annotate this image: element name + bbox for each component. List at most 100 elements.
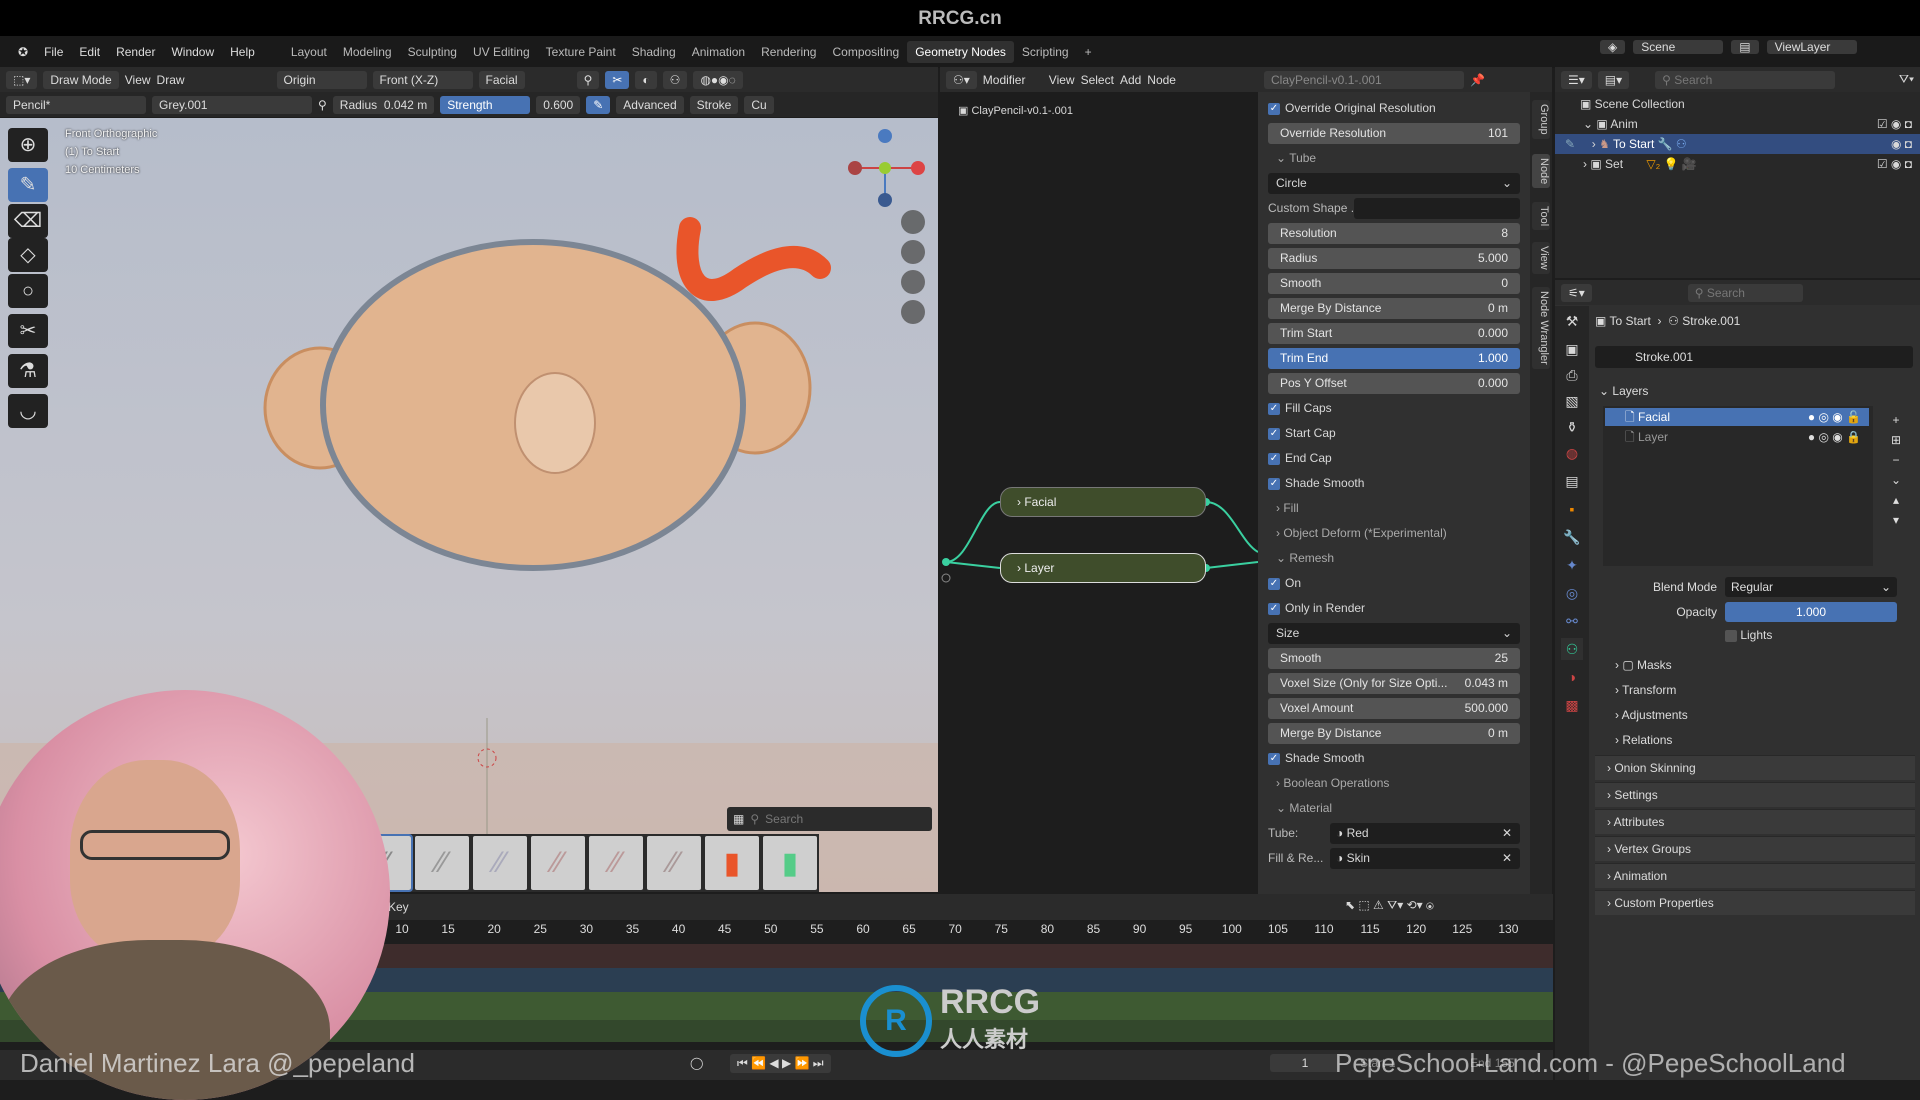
playback-controls[interactable]: ⏮ ⏪ ◀ ▶ ⏩ ⏭	[730, 1054, 831, 1073]
add-workspace-button[interactable]: +	[1077, 45, 1100, 59]
mat-tube[interactable]: Tube: ◑ Red ✕	[1268, 823, 1520, 844]
brush-selector[interactable]: Pencil*	[6, 95, 146, 114]
brush-thumbnail[interactable]: ▮	[705, 836, 759, 890]
panel-fill[interactable]: › Fill	[1268, 498, 1520, 519]
layer-item-layer[interactable]: 🗋 Layer ● ◎ ◉ 🔒	[1605, 428, 1869, 446]
grid-view-icon[interactable]: ▦	[733, 812, 744, 826]
field-merge-by-distance[interactable]: Merge By Distance 0 m	[1268, 298, 1520, 319]
tab-layout[interactable]: Layout	[283, 45, 335, 59]
scene-selector[interactable]: Scene	[1633, 40, 1724, 54]
pin-icon[interactable]: ⚲	[318, 98, 327, 112]
properties-search[interactable]: ⚲ Search	[1687, 283, 1803, 302]
check-override-original-resolution[interactable]: ✓ Override Original Resolution	[1268, 98, 1520, 119]
menu-select[interactable]: Select	[1081, 73, 1114, 87]
tab-sculpting[interactable]: Sculpting	[400, 45, 465, 59]
menu-draw[interactable]: Draw	[157, 73, 185, 87]
tab-group[interactable]: Group	[1532, 100, 1550, 139]
mode-dropdown[interactable]: Draw Mode	[43, 70, 119, 89]
clear-icon[interactable]: ✕	[1502, 848, 1512, 869]
subpanel-relations[interactable]: › Relations	[1615, 733, 1672, 747]
pressure-icon[interactable]: ✎	[586, 95, 611, 114]
panel-remesh[interactable]: ⌄ Remesh	[1268, 548, 1520, 569]
menu-modifier[interactable]: Modifier	[983, 73, 1043, 87]
object-picker[interactable]	[1354, 198, 1520, 219]
field-smooth[interactable]: Smooth 0	[1268, 273, 1520, 294]
check-end-cap[interactable]: ✓ End Cap	[1268, 448, 1520, 469]
field-smooth[interactable]: Smooth 25	[1268, 648, 1520, 669]
modifier-tab-icon[interactable]: 🔧	[1561, 526, 1583, 548]
collection-tab-icon[interactable]: ▤	[1561, 470, 1583, 492]
drop-circle[interactable]: Circle ⌄	[1268, 173, 1520, 194]
stroke-dropdown[interactable]: Stroke	[689, 95, 739, 114]
menu-window[interactable]: Window	[163, 45, 222, 59]
tab-scripting[interactable]: Scripting	[1014, 45, 1077, 59]
editor-type-icon[interactable]: ⬚▾	[6, 70, 38, 89]
check-fill-caps[interactable]: ✓ Fill Caps	[1268, 398, 1520, 419]
tab-texture-paint[interactable]: Texture Paint	[538, 45, 624, 59]
field-merge-by-distance[interactable]: Merge By Distance 0 m	[1268, 723, 1520, 744]
tab-compositing[interactable]: Compositing	[824, 45, 907, 59]
tab-rendering[interactable]: Rendering	[753, 45, 824, 59]
menu-add[interactable]: Add	[1120, 73, 1141, 87]
snap-icon[interactable]: ⚲	[576, 70, 600, 89]
tab-node[interactable]: Node	[1532, 154, 1550, 189]
field-voxel-size-only-for-size-opti[interactable]: Voxel Size (Only for Size Opti... 0.043 m	[1268, 673, 1520, 694]
texture-tab-icon[interactable]: ▩	[1561, 694, 1583, 716]
strength-label[interactable]: Strength	[440, 95, 531, 114]
field-voxel-amount[interactable]: Voxel Amount 500.000	[1268, 698, 1520, 719]
menu-view[interactable]: View	[125, 73, 151, 87]
curve-dropdown[interactable]: Cu	[744, 95, 774, 114]
editor-type-icon[interactable]: ☰▾	[1561, 70, 1592, 89]
tab-tool[interactable]: Tool	[1532, 202, 1550, 231]
view-layer-icon[interactable]: ▤	[1731, 40, 1759, 54]
subpanel-transform[interactable]: › Transform	[1615, 683, 1676, 697]
layer-item-facial[interactable]: 🗋 Facial ● ◎ ◉ 🔓	[1605, 408, 1869, 426]
brush-search-input[interactable]: Search	[765, 812, 803, 826]
subpanel-masks[interactable]: › ▢ Masks	[1615, 658, 1672, 672]
tab-modeling[interactable]: Modeling	[335, 45, 400, 59]
lights-checkbox[interactable]: Lights	[1725, 628, 1772, 642]
field-pos-y-offset[interactable]: Pos Y Offset 0.000	[1268, 373, 1520, 394]
scene-collection[interactable]: ▣ Scene Collection	[1555, 94, 1920, 114]
field-radius[interactable]: Radius 5.000	[1268, 248, 1520, 269]
layers-panel-header[interactable]: ⌄ Layers	[1599, 384, 1648, 398]
editor-type-icon[interactable]: ⚇▾	[946, 70, 977, 89]
autokey-icon[interactable]: ◯	[690, 1056, 703, 1070]
brush-thumbnail[interactable]: ▮	[763, 836, 817, 890]
outliner-item-anim[interactable]: ⌄ ▣ Anim ☑ ◉ ◘	[1555, 114, 1920, 134]
world-tab-icon[interactable]: ◍	[1561, 442, 1583, 464]
clear-icon[interactable]: ✕	[1502, 823, 1512, 844]
editor-type-icon[interactable]: ⚟▾	[1561, 283, 1592, 302]
physics-tab-icon[interactable]: ◎	[1561, 582, 1583, 604]
view-layer-selector[interactable]: ViewLayer	[1766, 40, 1857, 54]
section-custom-properties[interactable]: › Custom Properties	[1595, 890, 1915, 915]
blender-logo-icon[interactable]: ✪	[10, 45, 36, 59]
panel-boolean-operations[interactable]: › Boolean Operations	[1268, 773, 1520, 794]
check-shade-smooth[interactable]: ✓ Shade Smooth	[1268, 473, 1520, 494]
overlay-icon[interactable]: ◐	[635, 70, 657, 89]
section-attributes[interactable]: › Attributes	[1595, 809, 1915, 834]
node-facial[interactable]: › Facial	[1000, 487, 1206, 517]
tab-shading[interactable]: Shading	[624, 45, 684, 59]
tab-view[interactable]: View	[1532, 242, 1550, 274]
origin-dropdown[interactable]: Origin	[276, 70, 367, 89]
outliner-item-to-start[interactable]: ✎ › ♞ To Start 🔧 ⚇ ◉ ◘	[1555, 134, 1920, 154]
scene-icon[interactable]: ◈	[1600, 40, 1626, 54]
menu-help[interactable]: Help	[222, 45, 263, 59]
menu-file[interactable]: File	[36, 45, 71, 59]
constraint-tab-icon[interactable]: ⚯	[1561, 610, 1583, 632]
custom-custom-shape[interactable]: Custom Shape ...	[1268, 198, 1520, 219]
check-only-in-render[interactable]: ✓ Only in Render	[1268, 598, 1520, 619]
panel-material[interactable]: ⌄ Material	[1268, 798, 1520, 819]
field-resolution[interactable]: Resolution 8	[1268, 223, 1520, 244]
view-layer-tab-icon[interactable]: ▧	[1561, 390, 1583, 412]
section-settings[interactable]: › Settings	[1595, 782, 1915, 807]
section-vertex-groups[interactable]: › Vertex Groups	[1595, 836, 1915, 861]
scene-tab-icon[interactable]: ⚱	[1561, 416, 1583, 438]
tab-uv-editing[interactable]: UV Editing	[465, 45, 538, 59]
radius-field[interactable]: Radius 0.042 m	[332, 95, 435, 114]
advanced-dropdown[interactable]: Advanced	[616, 95, 684, 114]
field-override-resolution[interactable]: Override Resolution 101	[1268, 123, 1520, 144]
mat-fill-re[interactable]: Fill & Re... ◑ Skin ✕	[1268, 848, 1520, 869]
panel-object-deform-experimental[interactable]: › Object Deform (*Experimental)	[1268, 523, 1520, 544]
